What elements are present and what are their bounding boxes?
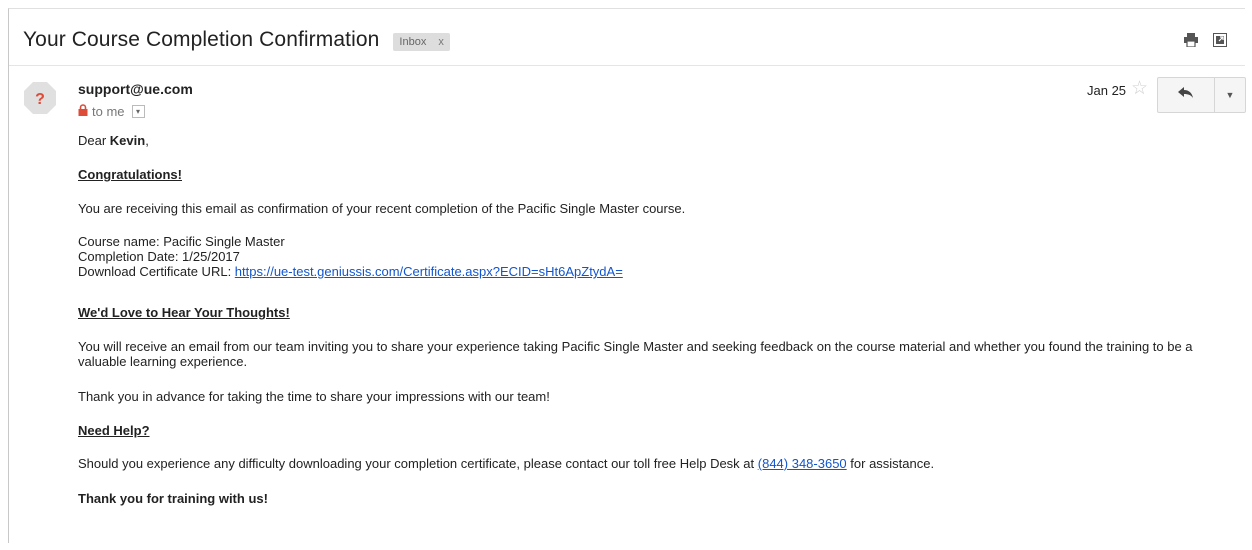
email-subject: Your Course Completion Confirmation [23,28,380,51]
greeting-prefix: Dear [78,133,110,148]
avatar-glyph: ? [35,91,45,108]
greeting: Dear Kevin, [78,133,149,148]
intro-paragraph: You are receiving this email as confirma… [78,201,686,216]
lock-icon [78,104,88,119]
inbox-label[interactable]: Inbox x [393,33,450,51]
completion-date: Completion Date: 1/25/2017 [78,249,240,264]
course-details: Course name: Pacific Single Master Compl… [78,234,623,279]
help-paragraph: Should you experience any difficulty dow… [78,456,934,471]
dropdown-icon: ▼ [1225,90,1235,100]
certificate-link[interactable]: https://ue-test.geniussis.com/Certificat… [235,264,623,279]
phone-link[interactable]: (844) 348-3650 [758,456,847,471]
star-icon[interactable]: ☆ [1131,79,1148,99]
sender-avatar[interactable]: ? [23,81,57,115]
closing-line: Thank you for training with us! [78,491,268,506]
feedback-paragraph: You will receive an email from our team … [78,339,1193,369]
email-view: Your Course Completion Confirmation Inbo… [8,8,1246,543]
header-divider [9,65,1245,66]
thoughts-heading: We'd Love to Hear Your Thoughts! [78,305,290,320]
certificate-label: Download Certificate URL: [78,264,235,279]
show-details-icon[interactable]: ▾ [131,105,145,118]
reply-button[interactable] [1157,77,1214,113]
congrats-heading: Congratulations! [78,167,182,182]
certificate-line: Download Certificate URL: https://ue-tes… [78,264,623,279]
help-prefix: Should you experience any difficulty dow… [78,456,758,471]
sender-email[interactable]: support@ue.com [78,81,193,97]
inbox-label-text: Inbox [399,36,427,48]
remove-label-button[interactable]: x [438,36,444,48]
recipient-text: to me [92,104,125,119]
greeting-name: Kevin [109,133,146,148]
course-name: Course name: Pacific Single Master [78,234,285,249]
thanks-paragraph: Thank you in advance for taking the time… [78,389,550,404]
help-heading: Need Help? [78,423,150,438]
reply-button-group: ▼ [1157,77,1246,113]
reply-icon [1178,86,1194,104]
email-date: Jan 25 [1087,83,1127,98]
print-icon[interactable] [1183,33,1199,47]
top-icons [1183,33,1227,47]
greeting-suffix: , [145,133,149,148]
help-suffix: for assistance. [846,456,935,471]
subject-row: Your Course Completion Confirmation Inbo… [23,25,450,55]
more-actions-button[interactable]: ▼ [1214,77,1246,113]
new-window-icon[interactable] [1213,33,1227,47]
recipient-row: to me ▾ [78,104,145,119]
